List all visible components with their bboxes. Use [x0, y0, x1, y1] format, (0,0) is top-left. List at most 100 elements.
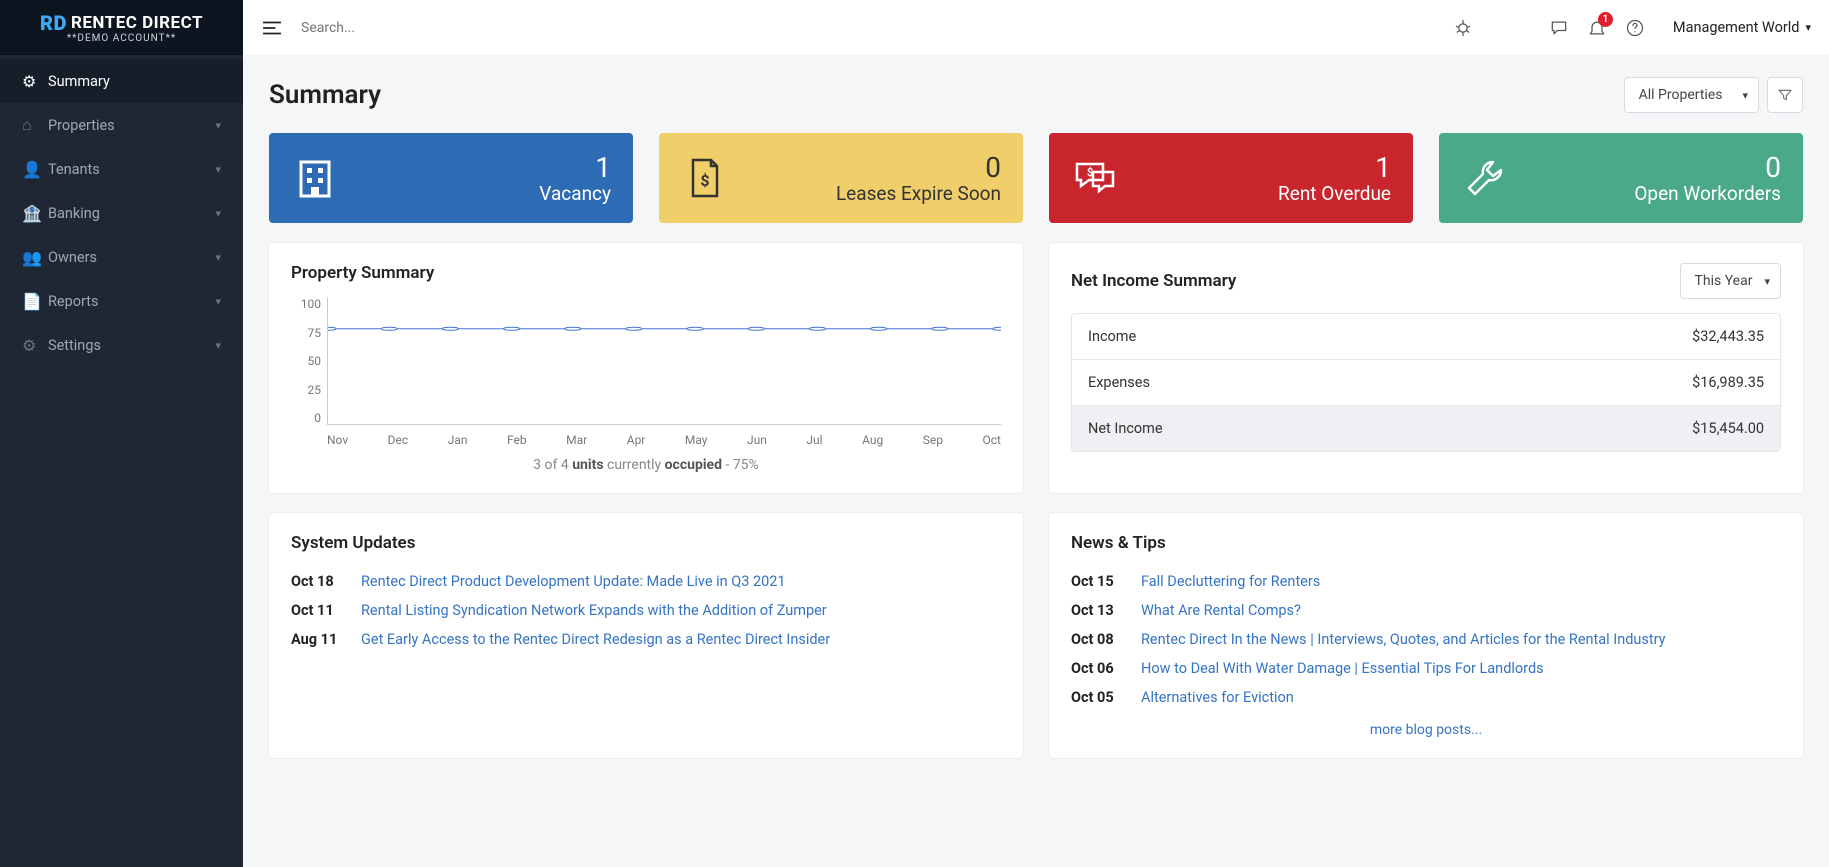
sidebar-item-label: Reports [48, 293, 215, 310]
list-item-date: Oct 08 [1071, 631, 1125, 648]
list-item-link[interactable]: Get Early Access to the Rentec Direct Re… [361, 631, 830, 648]
sidebar-item-reports[interactable]: 📄 Reports ▾ [0, 279, 243, 323]
filter-button[interactable] [1767, 77, 1803, 113]
card-leases-expire[interactable]: $ 0Leases Expire Soon [659, 133, 1023, 223]
sidebar-item-label: Properties [48, 117, 215, 134]
panel-title: Net Income Summary [1071, 271, 1680, 291]
sidebar-item-banking[interactable]: 🏦 Banking ▾ [0, 191, 243, 235]
bell-icon[interactable]: 1 [1587, 18, 1607, 38]
net-income-range[interactable]: This Year ▾ [1680, 263, 1781, 299]
list-item: Oct 15Fall Decluttering for Renters [1071, 567, 1781, 596]
logo-sub: **DEMO ACCOUNT** [67, 33, 176, 44]
sidebar-item-label: Banking [48, 205, 215, 222]
main: 1 Management World ▾ Summary All Propert… [243, 0, 1829, 867]
sidebar-item-tenants[interactable]: 👤 Tenants ▾ [0, 147, 243, 191]
bug-icon[interactable] [1453, 18, 1473, 38]
chevron-down-icon: ▾ [215, 339, 221, 352]
chevron-down-icon: ▾ [215, 207, 221, 220]
list-item-date: Oct 18 [291, 573, 345, 590]
nav: ⚙ Summary ⌂ Properties ▾ 👤 Tenants ▾ 🏦 B… [0, 55, 243, 367]
account-menu[interactable]: Management World ▾ [1663, 19, 1811, 36]
list-item-link[interactable]: Fall Decluttering for Renters [1141, 573, 1320, 590]
table-row: Income$32,443.35 [1072, 314, 1780, 360]
sidebar-item-settings[interactable]: ⚙ Settings ▾ [0, 323, 243, 367]
list-item: Oct 05 Alternatives for Eviction [1071, 683, 1781, 712]
svg-text:$: $ [700, 171, 709, 190]
list-item-link[interactable]: Rental Listing Syndication Network Expan… [361, 602, 827, 619]
news-tips-panel: News & Tips Oct 15Fall Decluttering for … [1049, 513, 1803, 758]
more-blog-posts-link[interactable]: more blog posts... [1071, 722, 1781, 738]
file-icon: 📄 [22, 292, 48, 311]
card-workorders[interactable]: 0Open Workorders [1439, 133, 1803, 223]
card-value: 0 [745, 151, 1001, 184]
logo-brand: RENTEC DIRECT [71, 13, 203, 33]
sidebar-item-label: Summary [48, 73, 221, 90]
card-value: 1 [355, 151, 611, 184]
help-icon[interactable] [1625, 18, 1645, 38]
list-item: Oct 18 Rentec Direct Product Development … [291, 567, 1001, 596]
list-item-date: Oct 05 [1071, 689, 1125, 706]
sliders-icon: ⚙ [22, 72, 48, 91]
list-item-link[interactable]: Alternatives for Eviction [1141, 689, 1294, 706]
card-value: 0 [1525, 151, 1781, 184]
list-item-date: Oct 13 [1071, 602, 1125, 619]
sidebar-item-properties[interactable]: ⌂ Properties ▾ [0, 103, 243, 147]
property-filter-label: All Properties [1639, 87, 1723, 103]
panel-title: Property Summary [291, 263, 1001, 283]
list-item-link[interactable]: Rentec Direct Product Development Update… [361, 573, 786, 590]
hamburger-icon [261, 17, 283, 39]
list-item: Oct 13 What Are Rental Comps? [1071, 596, 1781, 625]
property-filter[interactable]: All Properties ▾ [1624, 77, 1759, 113]
chevron-down-icon: ▾ [215, 251, 221, 264]
net-income-panel: Net Income Summary This Year ▾ Income$32… [1049, 243, 1803, 493]
sidebar-item-label: Tenants [48, 161, 215, 178]
card-value: 1 [1135, 151, 1391, 184]
net-income-table: Income$32,443.35 Expenses$16,989.35 Net … [1071, 313, 1781, 452]
logo: RD RENTEC DIRECT **DEMO ACCOUNT** [0, 0, 243, 55]
card-label: Vacancy [355, 182, 611, 205]
card-label: Rent Overdue [1135, 182, 1391, 205]
card-label: Open Workorders [1525, 182, 1781, 205]
card-rent-overdue[interactable]: $ 1Rent Overdue [1049, 133, 1413, 223]
page-title: Summary [269, 80, 1624, 110]
chevron-down-icon: ▾ [1805, 21, 1811, 34]
notification-badge: 1 [1598, 12, 1613, 27]
panel-title: System Updates [291, 533, 1001, 553]
list-item: Aug 11 Get Early Access to the Rentec Dir… [291, 625, 1001, 654]
document-dollar-icon: $ [681, 154, 729, 202]
list-item-date: Oct 11 [291, 602, 345, 619]
sidebar-item-label: Settings [48, 337, 215, 354]
chevron-down-icon: ▾ [215, 163, 221, 176]
chat-icon[interactable] [1549, 18, 1569, 38]
table-row: Net Income$15,454.00 [1072, 406, 1780, 451]
sidebar-item-summary[interactable]: ⚙ Summary [0, 59, 243, 103]
system-updates-panel: System Updates Oct 18 Rentec Direct Produ… [269, 513, 1023, 758]
range-label: This Year [1695, 273, 1753, 289]
svg-text:$: $ [1087, 166, 1093, 179]
sidebar-item-label: Owners [48, 249, 215, 266]
list-item-link[interactable]: What Are Rental Comps? [1141, 602, 1301, 619]
sidebar: RD RENTEC DIRECT **DEMO ACCOUNT** ⚙ Summ… [0, 0, 243, 867]
list-item: Oct 08 Rentec Direct In the News | Interv… [1071, 625, 1781, 654]
list-item-link[interactable]: Rentec Direct In the News | Interviews, … [1141, 631, 1666, 648]
menu-toggle[interactable] [261, 17, 283, 39]
sidebar-item-owners[interactable]: 👥 Owners ▾ [0, 235, 243, 279]
list-item-link[interactable]: How to Deal With Water Damage | Essentia… [1141, 660, 1544, 677]
occupancy-chart: 1007550250 NovDecJanFebMarAprMayJunJulAu… [291, 297, 1001, 447]
occupancy-text: 3 of 4 units currently occupied - 75% [291, 457, 1001, 473]
chat-dollar-icon: $ [1071, 154, 1119, 202]
filter-icon [1777, 87, 1793, 103]
logo-mark: RD [40, 11, 67, 35]
content: Summary All Properties ▾ 1Vacancy [243, 55, 1829, 867]
topbar: 1 Management World ▾ [243, 0, 1829, 55]
list-item-date: Oct 06 [1071, 660, 1125, 677]
account-name: Management World [1673, 19, 1800, 36]
list-item-date: Aug 11 [291, 631, 345, 648]
home-icon: ⌂ [22, 115, 48, 135]
property-summary-panel: Property Summary 1007550250 NovDecJanFeb… [269, 243, 1023, 493]
card-vacancy[interactable]: 1Vacancy [269, 133, 633, 223]
list-item: Oct 06 How to Deal With Water Damage | Es… [1071, 654, 1781, 683]
card-label: Leases Expire Soon [745, 182, 1001, 205]
search-input[interactable] [301, 20, 1435, 36]
table-row: Expenses$16,989.35 [1072, 360, 1780, 406]
